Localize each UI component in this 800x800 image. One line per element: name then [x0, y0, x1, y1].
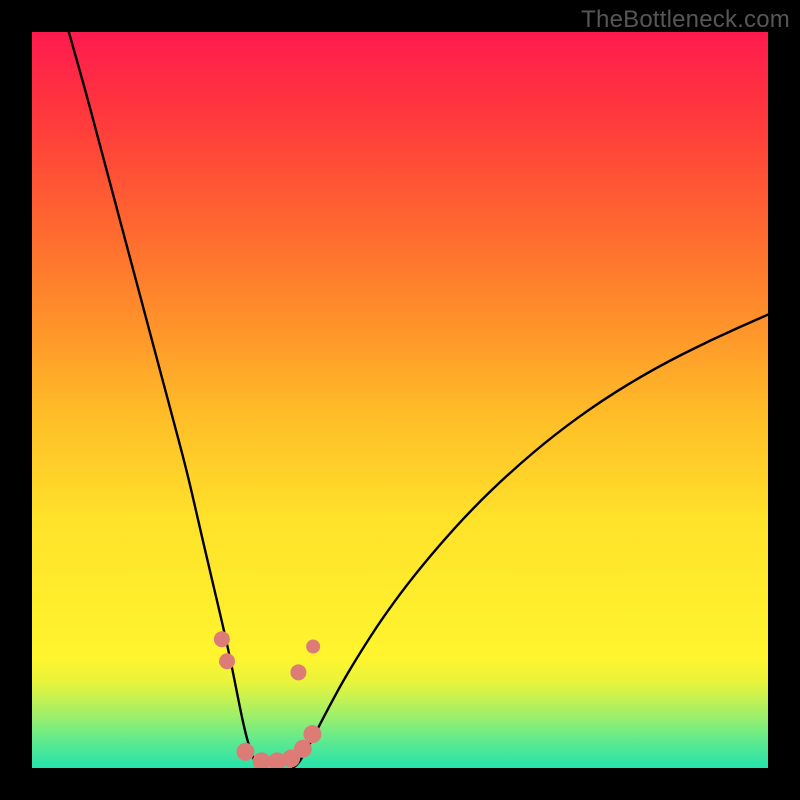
chart-container: TheBottleneck.com [0, 0, 800, 800]
data-dot [290, 664, 306, 680]
curve-overlay [32, 32, 768, 768]
data-dot [219, 653, 235, 669]
data-dot [306, 640, 320, 654]
data-dot [236, 743, 254, 761]
data-dot [303, 725, 321, 743]
plot-area [32, 32, 768, 768]
data-dots-group [214, 631, 322, 768]
right-branch-curve [293, 315, 768, 768]
watermark-text: TheBottleneck.com [581, 6, 790, 34]
data-dot [214, 631, 230, 647]
data-dot [253, 752, 271, 768]
data-dot [294, 740, 312, 758]
